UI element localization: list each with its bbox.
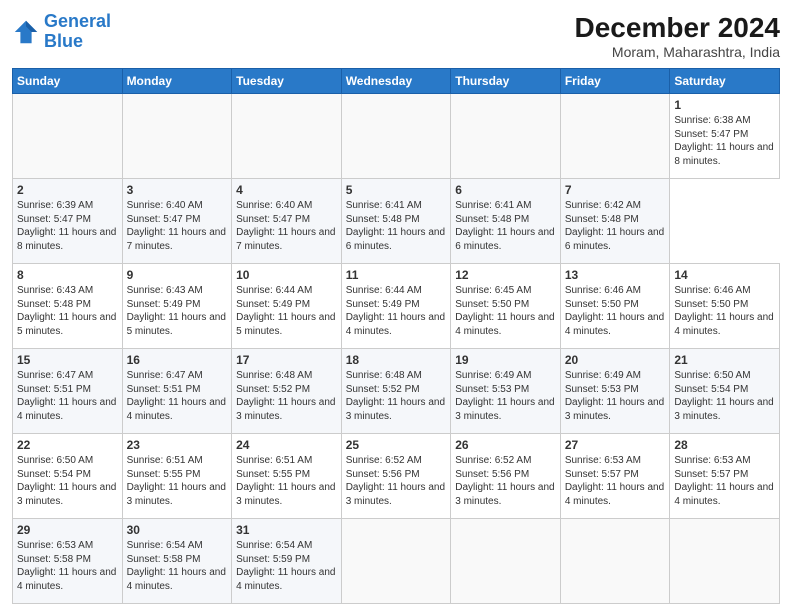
calendar-cell: 25Sunrise: 6:52 AMSunset: 5:56 PMDayligh… (341, 434, 451, 519)
day-number: 19 (455, 352, 556, 368)
calendar-cell: 18Sunrise: 6:48 AMSunset: 5:52 PMDayligh… (341, 349, 451, 434)
calendar-cell: 30Sunrise: 6:54 AMSunset: 5:58 PMDayligh… (122, 519, 232, 604)
calendar-cell: 8Sunrise: 6:43 AMSunset: 5:48 PMDaylight… (13, 264, 123, 349)
day-number: 18 (346, 352, 447, 368)
day-number: 13 (565, 267, 666, 283)
calendar-cell (451, 94, 561, 179)
calendar-cell: 16Sunrise: 6:47 AMSunset: 5:51 PMDayligh… (122, 349, 232, 434)
calendar-cell (560, 519, 670, 604)
calendar-cell: 2Sunrise: 6:39 AMSunset: 5:47 PMDaylight… (13, 179, 123, 264)
calendar-cell: 17Sunrise: 6:48 AMSunset: 5:52 PMDayligh… (232, 349, 342, 434)
calendar-table: SundayMondayTuesdayWednesdayThursdayFrid… (12, 68, 780, 604)
day-number: 28 (674, 437, 775, 453)
day-number: 29 (17, 522, 118, 538)
calendar-cell (232, 94, 342, 179)
calendar-cell (341, 519, 451, 604)
day-number: 3 (127, 182, 228, 198)
calendar-cell: 21Sunrise: 6:50 AMSunset: 5:54 PMDayligh… (670, 349, 780, 434)
calendar-cell: 4Sunrise: 6:40 AMSunset: 5:47 PMDaylight… (232, 179, 342, 264)
title-block: December 2024 Moram, Maharashtra, India (575, 12, 780, 60)
day-header-sunday: Sunday (13, 69, 123, 94)
day-number: 8 (17, 267, 118, 283)
calendar-cell: 6Sunrise: 6:41 AMSunset: 5:48 PMDaylight… (451, 179, 561, 264)
calendar-cell: 14Sunrise: 6:46 AMSunset: 5:50 PMDayligh… (670, 264, 780, 349)
day-number: 27 (565, 437, 666, 453)
day-number: 16 (127, 352, 228, 368)
day-number: 23 (127, 437, 228, 453)
day-number: 4 (236, 182, 337, 198)
calendar-week-row: 2Sunrise: 6:39 AMSunset: 5:47 PMDaylight… (13, 179, 780, 264)
calendar-cell: 1Sunrise: 6:38 AMSunset: 5:47 PMDaylight… (670, 94, 780, 179)
day-number: 9 (127, 267, 228, 283)
day-header-wednesday: Wednesday (341, 69, 451, 94)
day-number: 22 (17, 437, 118, 453)
day-number: 5 (346, 182, 447, 198)
day-number: 17 (236, 352, 337, 368)
calendar-cell: 20Sunrise: 6:49 AMSunset: 5:53 PMDayligh… (560, 349, 670, 434)
day-number: 11 (346, 267, 447, 283)
day-number: 10 (236, 267, 337, 283)
calendar-week-row: 8Sunrise: 6:43 AMSunset: 5:48 PMDaylight… (13, 264, 780, 349)
calendar-cell: 26Sunrise: 6:52 AMSunset: 5:56 PMDayligh… (451, 434, 561, 519)
day-header-monday: Monday (122, 69, 232, 94)
day-number: 21 (674, 352, 775, 368)
calendar-cell: 31Sunrise: 6:54 AMSunset: 5:59 PMDayligh… (232, 519, 342, 604)
subtitle: Moram, Maharashtra, India (575, 44, 780, 60)
day-number: 6 (455, 182, 556, 198)
calendar-cell: 22Sunrise: 6:50 AMSunset: 5:54 PMDayligh… (13, 434, 123, 519)
day-number: 7 (565, 182, 666, 198)
day-header-thursday: Thursday (451, 69, 561, 94)
day-number: 24 (236, 437, 337, 453)
logo: General Blue (12, 12, 111, 52)
calendar-cell: 7Sunrise: 6:42 AMSunset: 5:48 PMDaylight… (560, 179, 670, 264)
calendar-cell (560, 94, 670, 179)
calendar-cell (13, 94, 123, 179)
calendar-week-row: 29Sunrise: 6:53 AMSunset: 5:58 PMDayligh… (13, 519, 780, 604)
calendar-cell: 29Sunrise: 6:53 AMSunset: 5:58 PMDayligh… (13, 519, 123, 604)
calendar-cell: 11Sunrise: 6:44 AMSunset: 5:49 PMDayligh… (341, 264, 451, 349)
calendar-cell: 12Sunrise: 6:45 AMSunset: 5:50 PMDayligh… (451, 264, 561, 349)
day-number: 20 (565, 352, 666, 368)
page: General Blue December 2024 Moram, Mahara… (0, 0, 792, 612)
day-number: 2 (17, 182, 118, 198)
calendar-cell (122, 94, 232, 179)
day-header-friday: Friday (560, 69, 670, 94)
main-title: December 2024 (575, 12, 780, 44)
logo-icon (12, 18, 40, 46)
calendar-cell (341, 94, 451, 179)
calendar-week-row: 22Sunrise: 6:50 AMSunset: 5:54 PMDayligh… (13, 434, 780, 519)
day-number: 12 (455, 267, 556, 283)
calendar-week-row: 15Sunrise: 6:47 AMSunset: 5:51 PMDayligh… (13, 349, 780, 434)
calendar-cell: 13Sunrise: 6:46 AMSunset: 5:50 PMDayligh… (560, 264, 670, 349)
calendar-cell: 15Sunrise: 6:47 AMSunset: 5:51 PMDayligh… (13, 349, 123, 434)
day-number: 30 (127, 522, 228, 538)
calendar-cell (451, 519, 561, 604)
logo-text: General Blue (44, 12, 111, 52)
calendar-cell: 27Sunrise: 6:53 AMSunset: 5:57 PMDayligh… (560, 434, 670, 519)
day-number: 14 (674, 267, 775, 283)
day-header-tuesday: Tuesday (232, 69, 342, 94)
calendar-cell: 5Sunrise: 6:41 AMSunset: 5:48 PMDaylight… (341, 179, 451, 264)
calendar-cell: 24Sunrise: 6:51 AMSunset: 5:55 PMDayligh… (232, 434, 342, 519)
day-number: 31 (236, 522, 337, 538)
calendar-cell (670, 519, 780, 604)
day-header-saturday: Saturday (670, 69, 780, 94)
day-number: 25 (346, 437, 447, 453)
calendar-cell: 9Sunrise: 6:43 AMSunset: 5:49 PMDaylight… (122, 264, 232, 349)
calendar-week-row: 1Sunrise: 6:38 AMSunset: 5:47 PMDaylight… (13, 94, 780, 179)
calendar-cell: 10Sunrise: 6:44 AMSunset: 5:49 PMDayligh… (232, 264, 342, 349)
day-number: 1 (674, 97, 775, 113)
header: General Blue December 2024 Moram, Mahara… (12, 12, 780, 60)
day-number: 26 (455, 437, 556, 453)
day-number: 15 (17, 352, 118, 368)
calendar-header-row: SundayMondayTuesdayWednesdayThursdayFrid… (13, 69, 780, 94)
calendar-cell: 19Sunrise: 6:49 AMSunset: 5:53 PMDayligh… (451, 349, 561, 434)
calendar-cell: 28Sunrise: 6:53 AMSunset: 5:57 PMDayligh… (670, 434, 780, 519)
calendar-cell: 3Sunrise: 6:40 AMSunset: 5:47 PMDaylight… (122, 179, 232, 264)
calendar-cell: 23Sunrise: 6:51 AMSunset: 5:55 PMDayligh… (122, 434, 232, 519)
